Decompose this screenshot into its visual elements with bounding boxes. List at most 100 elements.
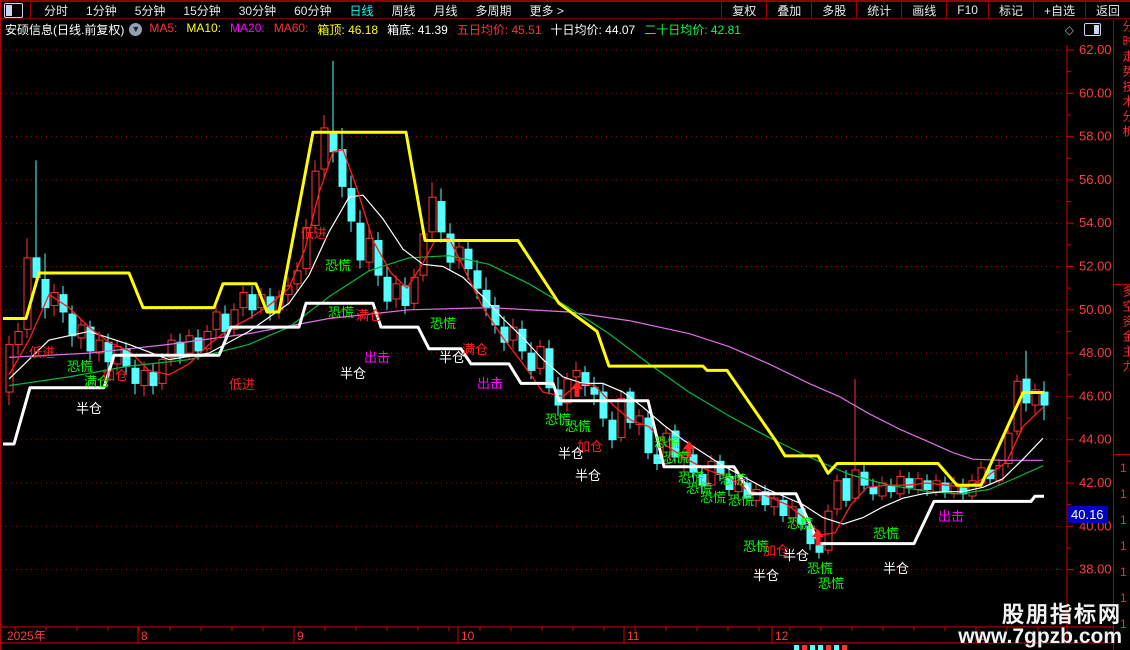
toolbar-button-返回[interactable]: 返回 — [1085, 2, 1130, 18]
period-tab-周线[interactable]: 周线 — [382, 2, 424, 19]
right-sidebar[interactable]: 分时走势技术分析 多空资金主力 1111111 — [1113, 20, 1130, 650]
volume-bar-sliver — [810, 645, 815, 650]
candle-down — [384, 277, 391, 301]
watermark-site-name: 股朋指标网 — [958, 603, 1122, 627]
candle-down — [438, 202, 445, 232]
candle-down — [645, 418, 652, 453]
y-axis-label: 58.00 — [1079, 129, 1112, 144]
quote-digit: 1 — [1120, 507, 1130, 533]
panel-toggle-icon[interactable] — [1084, 23, 1101, 36]
y-axis-label: 50.00 — [1079, 302, 1112, 317]
volume-bar-sliver — [842, 645, 847, 650]
period-tab-日线[interactable]: 日线 — [340, 2, 382, 19]
candle-up — [141, 370, 148, 385]
signal-label: 恐慌 — [654, 435, 680, 450]
watermark-url: www.7gpzb.com — [958, 626, 1122, 649]
window-layout-icon[interactable] — [4, 3, 23, 18]
toolbar-button-标记[interactable]: 标记 — [988, 2, 1033, 18]
signal-label: 恐慌 — [700, 490, 726, 505]
period-tab-60分钟[interactable]: 60分钟 — [285, 2, 340, 19]
x-axis-label: 10 — [461, 629, 475, 643]
signal-label: 满仓 — [462, 342, 488, 357]
candle-up — [933, 481, 940, 492]
sidebar-tab-2[interactable]: 多空资金主力 — [1114, 285, 1130, 455]
signal-label: 半仓 — [783, 548, 809, 563]
period-tab-15分钟[interactable]: 15分钟 — [174, 2, 229, 19]
candle-up — [573, 370, 580, 376]
quote-digit: 1 — [1120, 455, 1130, 481]
candle-down — [1041, 392, 1048, 405]
toolbar-button-画线[interactable]: 画线 — [901, 2, 946, 18]
y-axis-label: 42.00 — [1079, 475, 1112, 490]
period-tab-1分钟[interactable]: 1分钟 — [77, 2, 126, 19]
signal-label: 半仓 — [883, 561, 909, 576]
candle-down — [249, 295, 256, 310]
candle-down — [609, 420, 616, 439]
candle-up — [366, 238, 373, 262]
volume-bar-sliver — [794, 645, 799, 650]
period-tab-多周期[interactable]: 多周期 — [467, 2, 521, 19]
period-tab-月线[interactable]: 月线 — [425, 2, 467, 19]
signal-label: 恐慌 — [728, 493, 754, 508]
candle-down — [843, 479, 850, 501]
signal-label: 低进 — [229, 377, 255, 392]
candle-down — [474, 271, 481, 288]
volume-bar-sliver — [834, 645, 839, 650]
toolbar-button-+自选[interactable]: +自选 — [1033, 2, 1085, 18]
candle-up — [618, 399, 625, 438]
candle-up — [240, 292, 247, 307]
line-box_top — [3, 132, 1044, 485]
toolbar-button-多股[interactable]: 多股 — [811, 2, 856, 18]
toolbar-button-叠加[interactable]: 叠加 — [766, 2, 811, 18]
diamond-icon[interactable]: ◇ — [1065, 23, 1074, 37]
y-axis-label: 62.00 — [1079, 42, 1112, 57]
candle-down — [348, 189, 355, 221]
toolbar-button-F10[interactable]: F10 — [946, 2, 988, 18]
signal-label: 低进 — [29, 345, 55, 360]
y-axis-label: 46.00 — [1079, 388, 1112, 403]
candle-down — [816, 546, 823, 552]
candle-up — [429, 197, 436, 232]
signal-label: 恐慌 — [565, 419, 591, 434]
candle-up — [213, 312, 220, 329]
signal-label: 满仓 — [356, 308, 382, 323]
signal-label: 恐慌 — [873, 526, 899, 541]
signal-label: 加仓 — [102, 368, 128, 383]
signal-label: 恐慌 — [325, 258, 351, 273]
chevron-down-icon[interactable]: ▼ — [129, 23, 142, 36]
period-tab-30分钟[interactable]: 30分钟 — [230, 2, 285, 19]
candle-down — [546, 349, 553, 388]
candle-up — [15, 331, 22, 344]
candle-down — [906, 479, 913, 488]
x-axis-label: 2025年 — [7, 629, 46, 643]
candle-down — [105, 342, 112, 361]
signal-label: 出击 — [477, 376, 503, 391]
x-axis-label: 9 — [297, 629, 304, 643]
sidebar-tab-1[interactable]: 分时走势技术分析 — [1114, 20, 1130, 285]
signal-label: 恐慌 — [807, 561, 833, 576]
candle-up — [321, 128, 328, 169]
watermark: 股朋指标网 www.7gpzb.com — [958, 603, 1122, 649]
candlestick-chart[interactable]: 低进恐慌满仓加仓半仓低进低进恐慌恐慌满仓恐慌满仓出击半仓半仓出击恐慌恐慌加仓半仓… — [1, 40, 1130, 650]
period-tab-更多 >[interactable]: 更多 > — [521, 2, 573, 19]
signal-label: 恐慌 — [720, 472, 746, 487]
signal-label: 低进 — [301, 226, 327, 241]
y-axis-label: 48.00 — [1079, 345, 1112, 360]
signal-label: 半仓 — [76, 401, 102, 416]
indicator-value: MA20: — [230, 21, 265, 38]
signal-label: 半仓 — [439, 350, 465, 365]
toolbar-button-统计[interactable]: 统计 — [856, 2, 901, 18]
indicator-value: MA5: — [149, 21, 177, 38]
stock-title[interactable]: 安硕信息(日线.前复权) — [5, 21, 124, 38]
toolbar-button-复权[interactable]: 复权 — [721, 2, 766, 18]
period-tab-5分钟[interactable]: 5分钟 — [126, 2, 175, 19]
quote-digit: 1 — [1120, 481, 1130, 507]
candle-up — [852, 470, 859, 498]
signal-label: 恐慌 — [663, 450, 689, 465]
indicator-info-bar: 安硕信息(日线.前复权) ▼ MA5:MA10:MA20:MA60:箱顶: 46… — [1, 21, 1109, 38]
sidebar-tab-label: 分时走势技术分析 — [1120, 20, 1130, 284]
period-tab-分时[interactable]: 分时 — [35, 2, 77, 19]
candle-up — [393, 284, 400, 299]
x-axis-label: 8 — [141, 629, 148, 643]
y-axis-label: 52.00 — [1079, 259, 1112, 274]
